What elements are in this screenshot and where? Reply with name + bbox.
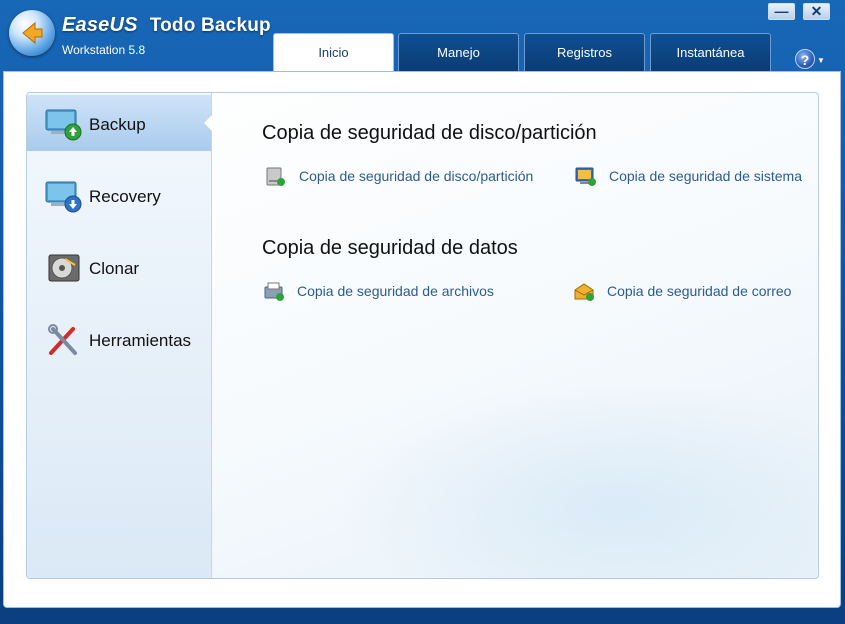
close-icon: ✕: [810, 3, 823, 19]
brand-ease: EaseUS: [62, 14, 138, 36]
link-label: Copia de seguridad de archivos: [297, 283, 494, 299]
app-title: EaseUS Todo Backup: [62, 14, 271, 37]
system-backup-icon: [575, 166, 597, 188]
sidebar: Backup Recovery Clonar Herramientas: [27, 93, 212, 578]
link-label: Copia de seguridad de sistema: [609, 168, 803, 184]
window-bottom-edge: [0, 608, 845, 624]
sidebar-item-label: Herramientas: [89, 331, 192, 350]
disk-backup-icon: [265, 166, 287, 188]
help-button[interactable]: ?: [795, 49, 815, 69]
sidebar-item-label: Clonar: [89, 259, 140, 278]
background-decoration: [338, 378, 818, 578]
section-title-disk-partition: Copia de seguridad de disco/partición: [262, 122, 597, 144]
section-title-data: Copia de seguridad de datos: [262, 237, 518, 259]
tab-inicio[interactable]: Inicio: [273, 33, 394, 73]
file-backup-icon: [263, 281, 285, 303]
monitor-download-icon: [45, 179, 83, 213]
tab-registros[interactable]: Registros: [524, 33, 645, 71]
link-label: Copia de seguridad de disco/partición: [299, 168, 534, 184]
brand-product: Todo Backup: [149, 15, 271, 36]
sidebar-item-recovery[interactable]: Recovery: [27, 167, 211, 223]
sidebar-item-clonar[interactable]: Clonar: [27, 239, 211, 295]
tools-icon: [45, 323, 83, 357]
mail-backup-icon: [573, 281, 595, 303]
app-edition: Workstation 5.8: [62, 43, 146, 57]
sidebar-item-label: Backup: [89, 115, 146, 134]
title-bar: EaseUS Todo Backup Workstation 5.8 — ✕ In…: [0, 0, 845, 73]
easeus-logo-icon: [9, 10, 55, 56]
help-dropdown-icon[interactable]: ▼: [817, 56, 825, 65]
content-panel: Backup Recovery Clonar Herramientas: [26, 92, 819, 579]
minimize-icon: —: [774, 3, 789, 19]
minimize-button[interactable]: —: [768, 3, 795, 20]
help-icon: ?: [800, 52, 810, 68]
sidebar-item-backup[interactable]: Backup: [27, 95, 212, 151]
tab-instantanea[interactable]: Instantánea: [650, 33, 771, 71]
sidebar-item-herramientas[interactable]: Herramientas: [27, 311, 211, 367]
disk-clone-icon: [45, 251, 83, 285]
tab-manejo[interactable]: Manejo: [398, 33, 519, 71]
monitor-upload-icon: [45, 107, 83, 141]
link-label: Copia de seguridad de correo: [607, 283, 792, 299]
sidebar-item-label: Recovery: [89, 187, 161, 206]
close-button[interactable]: ✕: [803, 3, 830, 20]
